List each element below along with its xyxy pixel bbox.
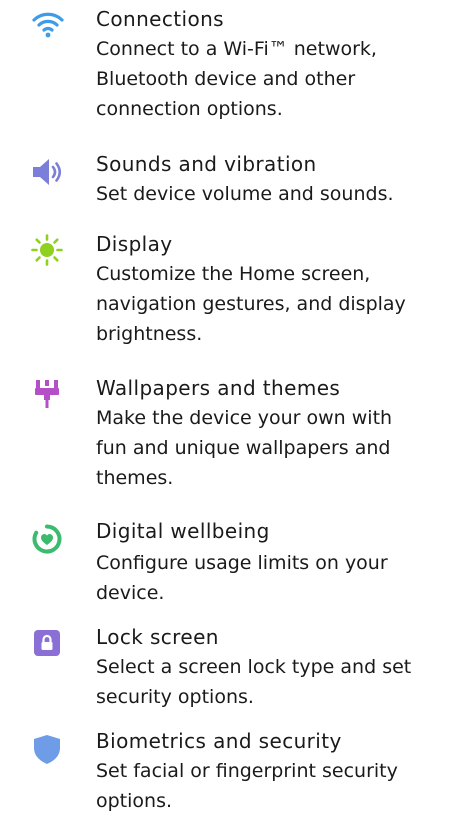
settings-item-title: Display [96,232,173,256]
settings-item-description: Connect to a Wi-Fi™ network, Bluetooth d… [96,38,377,120]
settings-item-title: Wallpapers and themes [96,376,341,400]
settings-item-description: Set device volume and sounds. [96,183,394,205]
settings-item-description: Select a screen lock type and set securi… [96,656,412,708]
sun-icon [31,234,63,266]
wifi-icon [31,8,64,40]
settings-item-description: Set facial or fingerprint security optio… [96,760,398,812]
settings-item-description: Make the device your own with fun and un… [96,407,393,489]
heart-ring-icon [31,523,63,555]
settings-item-description: Customize the Home screen, navigation ge… [96,263,406,345]
shield-icon [31,733,63,765]
paintbrush-icon [31,378,63,410]
settings-item-title: Biometrics and security [96,729,342,753]
settings-item-title: Lock screen [96,625,219,649]
lock-icon [31,627,63,659]
settings-item-title: Digital wellbeing [96,519,270,543]
speaker-icon [31,156,63,188]
settings-item-title: Sounds and vibration [96,152,317,176]
settings-item-title: Connections [96,7,224,31]
settings-item-description: Configure usage limits on your device. [96,552,388,604]
